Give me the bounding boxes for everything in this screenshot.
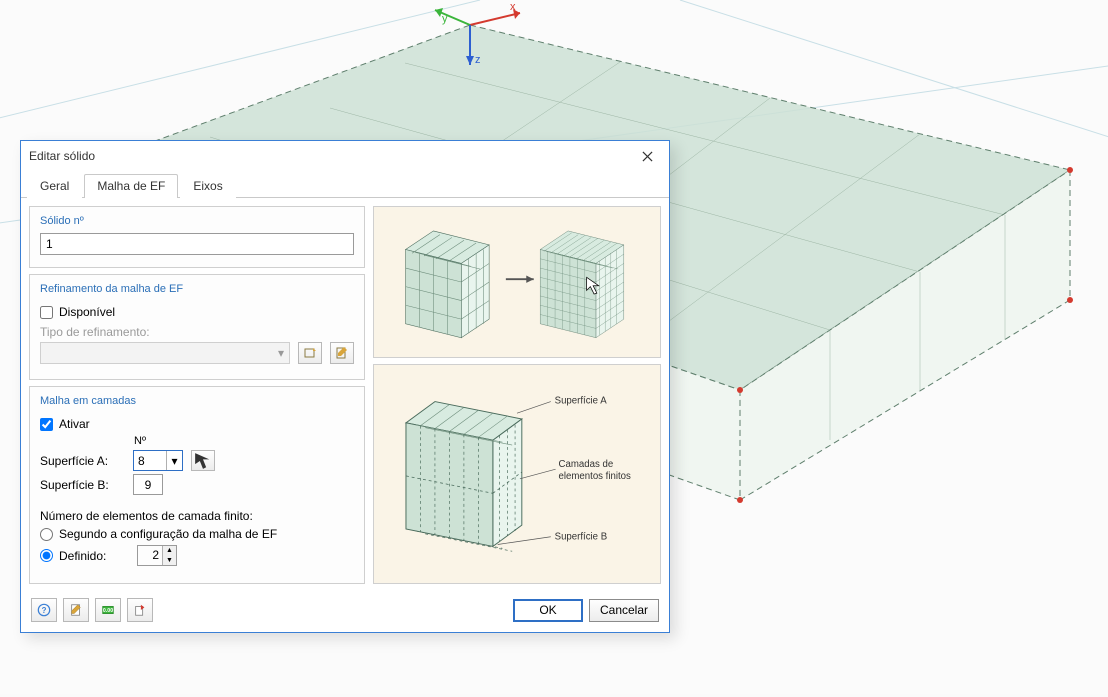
available-checkbox[interactable] bbox=[40, 306, 53, 319]
axis-y-label: y bbox=[442, 13, 448, 25]
surface-b-input[interactable] bbox=[133, 474, 163, 495]
notes-button[interactable] bbox=[63, 598, 89, 622]
group-refinement: Refinamento da malha de EF Disponível Ti… bbox=[29, 274, 365, 380]
cancel-button[interactable]: Cancelar bbox=[589, 599, 659, 622]
group-layered-title: Malha em camadas bbox=[40, 395, 354, 413]
axis-z-label: z bbox=[475, 54, 481, 66]
diagram-layers-label2: elementos finitos bbox=[559, 471, 632, 482]
spinner-up[interactable]: ▲ bbox=[162, 546, 176, 556]
spinner-down[interactable]: ▼ bbox=[162, 556, 176, 566]
axis-x-label: x bbox=[510, 1, 516, 13]
number-column-header: Nº bbox=[40, 435, 354, 447]
refinement-type-label: Tipo de refinamento: bbox=[40, 325, 354, 339]
radio-auto[interactable] bbox=[40, 528, 53, 541]
edit-solid-dialog: Editar sólido Geral Malha de EF Eixos Só… bbox=[20, 140, 670, 633]
tab-geral[interactable]: Geral bbox=[27, 174, 82, 198]
defined-value: 2 bbox=[138, 546, 162, 565]
export-button[interactable] bbox=[127, 598, 153, 622]
dialog-footer: ? 0.00 OK Cancelar bbox=[21, 592, 669, 632]
available-label: Disponível bbox=[59, 305, 115, 319]
diagram-layers-label1: Camadas de bbox=[559, 459, 614, 470]
surface-a-combo[interactable]: 8 ▾ bbox=[133, 450, 183, 471]
tab-eixos[interactable]: Eixos bbox=[180, 174, 235, 198]
activate-label: Ativar bbox=[59, 417, 90, 431]
tabstrip: Geral Malha de EF Eixos bbox=[21, 173, 669, 198]
group-layered-mesh: Malha em camadas Ativar Nº Superfície A:… bbox=[29, 386, 365, 584]
diagram-surface-a-label: Superfície A bbox=[555, 396, 608, 407]
group-refinement-title: Refinamento da malha de EF bbox=[40, 283, 354, 301]
help-button[interactable]: ? bbox=[31, 598, 57, 622]
close-button[interactable] bbox=[633, 145, 661, 167]
solid-number-input[interactable] bbox=[40, 233, 354, 255]
diagram-layers: Superfície A Camadas de elementos finito… bbox=[373, 364, 661, 584]
defined-spinner[interactable]: 2 ▲ ▼ bbox=[137, 545, 177, 566]
refinement-type-select: ▾ bbox=[40, 342, 290, 364]
chevron-down-icon: ▾ bbox=[166, 451, 182, 470]
units-button[interactable]: 0.00 bbox=[95, 598, 121, 622]
surface-b-label: Superfície B: bbox=[40, 478, 125, 492]
diagram-surface-b-label: Superfície B bbox=[555, 532, 608, 543]
svg-text:?: ? bbox=[42, 606, 47, 615]
svg-text:0.00: 0.00 bbox=[103, 608, 113, 614]
group-solid-number: Sólido nº bbox=[29, 206, 365, 268]
refinement-new-button[interactable] bbox=[298, 342, 322, 364]
activate-checkbox[interactable] bbox=[40, 418, 53, 431]
titlebar[interactable]: Editar sólido bbox=[21, 141, 669, 171]
group-solid-title: Sólido nº bbox=[40, 215, 354, 233]
radio-defined-label: Definido: bbox=[59, 549, 131, 563]
radio-defined[interactable] bbox=[40, 549, 53, 562]
diagram-refinement bbox=[373, 206, 661, 358]
refinement-edit-button[interactable] bbox=[330, 342, 354, 364]
radio-auto-label: Segundo a configuração da malha de EF bbox=[59, 527, 277, 541]
pick-surface-button[interactable] bbox=[191, 450, 215, 471]
dialog-title: Editar sólido bbox=[29, 149, 95, 163]
layer-count-label: Número de elementos de camada finito: bbox=[40, 509, 354, 523]
surface-a-label: Superfície A: bbox=[40, 454, 125, 468]
ok-button[interactable]: OK bbox=[513, 599, 583, 622]
surface-a-value: 8 bbox=[134, 454, 166, 468]
tab-malha-ef[interactable]: Malha de EF bbox=[84, 174, 178, 198]
